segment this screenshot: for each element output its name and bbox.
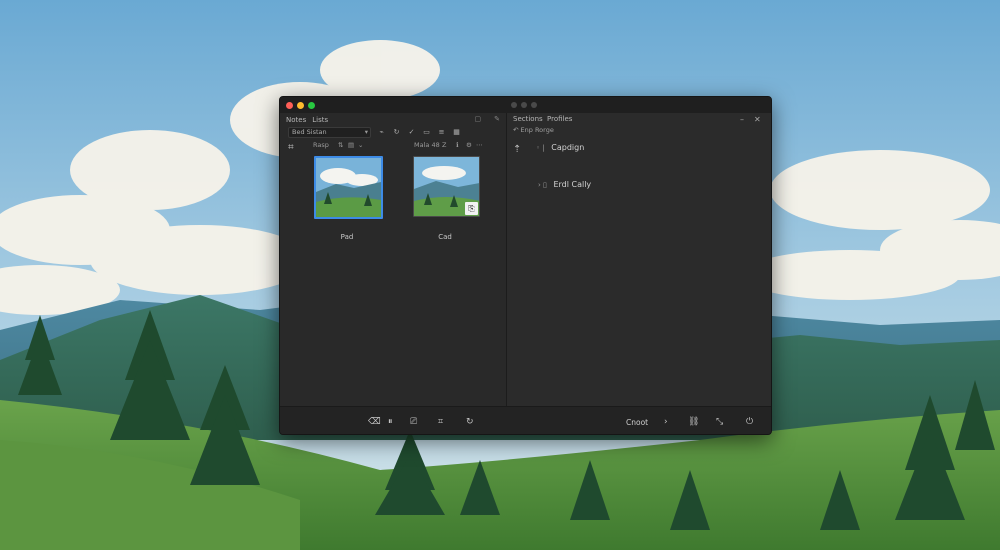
filter-icon[interactable]: ▤ [348,141,354,149]
check-icon[interactable]: ✓ [407,128,416,137]
tree-item-label: Capdign [551,143,585,152]
pin-icon[interactable]: ⇡ [513,144,521,155]
link-icon[interactable]: ⌁ [377,128,386,137]
tab-notes[interactable]: Notes [286,116,306,124]
copy-badge-icon: ⎘ [465,202,478,215]
chevron-right-icon[interactable]: › ▯ [538,181,547,189]
tab-sections[interactable]: Sections [513,115,543,123]
back-icon[interactable]: ↶ [513,126,518,134]
left-subheader: Rasp ⇅ ▤ ⌄ Mala 48 Z ℹ ⚙ ⋯ [280,140,506,151]
inactive-dot-icon [521,102,527,108]
refresh-icon[interactable]: ↻ [392,128,401,137]
left-pane: Notes Lists ▢ ✎ Bed Sistan ▾ ⌁ ↻ ✓ ▭ ≡ ▦… [280,113,507,406]
sort-asc-icon[interactable]: ⇅ [338,141,343,149]
app-window: Notes Lists ▢ ✎ Bed Sistan ▾ ⌁ ↻ ✓ ▭ ≡ ▦… [279,96,772,435]
link-icon[interactable]: ⛓ [688,417,699,427]
left-pane-tools: ▢ ✎ [469,115,501,123]
source-select-value: Bed Sistan [292,127,327,136]
minimize-window-button[interactable] [297,102,304,109]
tab-profiles[interactable]: Profiles [547,115,572,123]
chevron-down-icon: ▾ [364,127,368,136]
pause-icon[interactable]: ⏸ [388,417,393,427]
title-bar [280,97,771,114]
zoom-label: Z [442,141,447,149]
close-pane-icon[interactable]: ✕ [754,115,761,124]
inactive-dot-icon [511,102,517,108]
folder-icon[interactable]: ⌗ [288,142,294,153]
tree-item-capdign[interactable]: ◦ | Capdign [536,143,584,152]
rotate-icon[interactable]: ↻ [466,417,474,427]
zoom-window-button[interactable] [308,102,315,109]
source-select[interactable]: Bed Sistan ▾ [288,126,371,138]
list-icon[interactable]: ≡ [437,128,446,137]
window-icon[interactable]: ▭ [422,128,431,137]
trash-icon[interactable]: ⌫ [368,417,381,427]
square-icon[interactable]: ▢ [475,115,482,123]
more-icon[interactable]: ⋯ [476,141,483,149]
bottom-toolbar: ⌫ ⏸ ⎚ ⌗ ↻ Cnoot › ⛓ ⤡ ⏻ [280,406,771,434]
crop-icon[interactable]: ⌗ [438,417,443,427]
inactive-dot-icon [531,102,537,108]
tab-lists[interactable]: Lists [312,116,328,124]
sort-label[interactable]: Rasp [313,141,329,149]
right-pane: Sections Profiles – ✕ ↶ Enp Rorge ⇡ ◦ | … [507,113,771,406]
chevron-down-icon[interactable]: ⌄ [358,141,363,149]
left-toolbar: Bed Sistan ▾ ⌁ ↻ ✓ ▭ ≡ ▦ [280,126,506,138]
left-pane-tabs: Notes Lists ▢ ✎ [280,113,506,126]
grid-icon[interactable]: ▦ [452,128,461,137]
power-icon[interactable]: ⏻ [746,417,753,427]
thumbnail-label-cad: Cad [438,233,452,241]
resize-icon[interactable]: ⤡ [716,417,723,427]
right-sub-label: Enp Rorge [520,126,554,134]
cancel-button[interactable]: Cnoot [626,418,648,427]
camera-icon[interactable]: ⎚ [410,417,417,427]
chevron-right-icon[interactable]: ◦ | [536,144,545,152]
minimize-pane-icon[interactable]: – [740,115,744,124]
landscape-thumbnail-image [316,158,381,217]
tree-item-erdl-cally[interactable]: › ▯ Erdl Cally [538,180,591,189]
info-icon[interactable]: ℹ [456,141,458,149]
thumbnail-pad[interactable] [314,156,383,219]
tree-item-label: Erdl Cally [553,180,592,189]
gear-icon[interactable]: ⚙ [466,141,472,149]
thumbnail-label-pad: Pad [340,233,354,241]
right-pane-tabs: Sections Profiles – ✕ [507,113,771,126]
count-label: Mala 48 [414,141,440,149]
thumbnail-cad[interactable]: ⎘ [413,156,480,217]
close-window-button[interactable] [286,102,293,109]
play-icon[interactable]: › [664,417,668,427]
edit-icon[interactable]: ✎ [494,115,500,123]
right-subheader: ↶ Enp Rorge [513,126,554,134]
